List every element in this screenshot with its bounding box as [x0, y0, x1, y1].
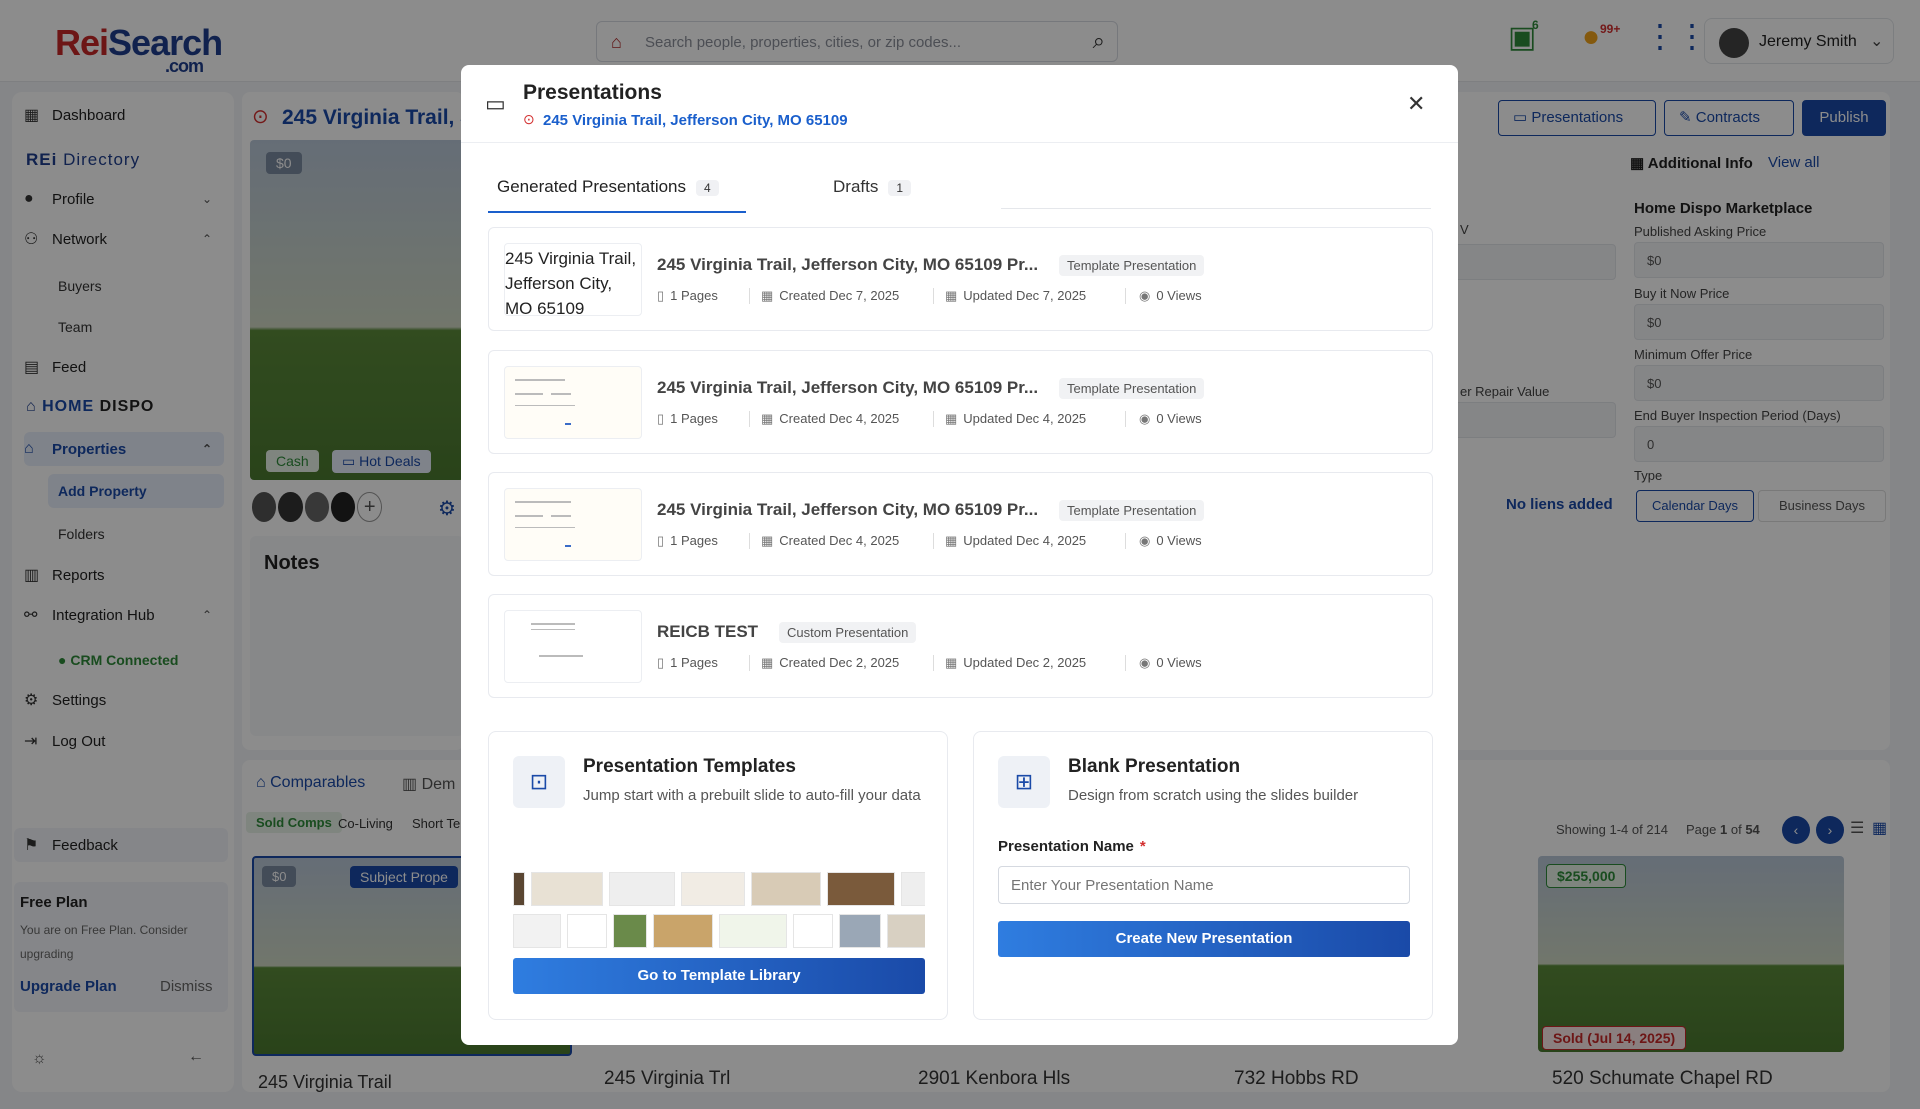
- presentation-template-icon: ⊡: [513, 756, 565, 808]
- modal-title: Presentations: [523, 81, 662, 104]
- presentation-title[interactable]: REICB TEST: [657, 622, 758, 642]
- presentations-modal: ▭ Presentations ⊙ 245 Virginia Trail, Je…: [461, 65, 1458, 1045]
- tab-drafts[interactable]: Drafts 1: [833, 177, 912, 197]
- presentation-type-tag: Template Presentation: [1059, 255, 1205, 276]
- modal-address: 245 Virginia Trail, Jefferson City, MO 6…: [543, 112, 848, 129]
- presentation-templates-panel: ⊡ Presentation Templates Jump start with…: [488, 731, 948, 1020]
- views-count: ◉ 0 Views: [1139, 411, 1202, 426]
- presentation-title[interactable]: 245 Virginia Trail, Jefferson City, MO 6…: [657, 378, 1038, 398]
- presentation-card[interactable]: REICB TEST Custom Presentation ▯ 1 Pages …: [488, 594, 1433, 698]
- pin-icon: ⊙: [523, 111, 535, 127]
- updated-date: ▦ Updated Dec 4, 2025: [945, 411, 1087, 426]
- blank-title: Blank Presentation: [1068, 756, 1241, 777]
- views-count: ◉ 0 Views: [1139, 655, 1202, 670]
- presentation-thumbnail: [504, 610, 642, 683]
- close-icon[interactable]: ✕: [1407, 91, 1425, 117]
- calendar-icon: ▦: [945, 411, 958, 426]
- pages-count: ▯ 1 Pages: [657, 533, 718, 548]
- blank-subtitle: Design from scratch using the slides bui…: [1068, 787, 1359, 804]
- presentation-title[interactable]: 245 Virginia Trail, Jefferson City, MO 6…: [657, 255, 1038, 275]
- presentation-thumbnail: [504, 366, 642, 439]
- created-date: ▦ Created Dec 7, 2025: [761, 288, 900, 303]
- presentation-title[interactable]: 245 Virginia Trail, Jefferson City, MO 6…: [657, 500, 1038, 520]
- blank-presentation-panel: ⊞ Blank Presentation Design from scratch…: [973, 731, 1433, 1020]
- calendar-icon: ▦: [945, 288, 958, 303]
- calendar-icon: ▦: [945, 533, 958, 548]
- presentation-type-tag: Template Presentation: [1059, 378, 1205, 399]
- presentation-thumbnail: [504, 488, 642, 561]
- presentation-name-input[interactable]: [998, 866, 1410, 904]
- active-tab-indicator: [488, 211, 746, 213]
- updated-date: ▦ Updated Dec 4, 2025: [945, 533, 1087, 548]
- document-icon: ▯: [657, 655, 665, 670]
- eye-icon: ◉: [1139, 533, 1151, 548]
- tab-generated-presentations[interactable]: Generated Presentations 4: [497, 177, 719, 197]
- modal-header: ▭ Presentations ⊙ 245 Virginia Trail, Je…: [461, 65, 1458, 143]
- eye-icon: ◉: [1139, 655, 1151, 670]
- presentation-type-tag: Template Presentation: [1059, 500, 1205, 521]
- eye-icon: ◉: [1139, 288, 1151, 303]
- presentation-thumbnail: 245 Virginia Trail, Jefferson City, MO 6…: [504, 243, 642, 316]
- views-count: ◉ 0 Views: [1139, 288, 1202, 303]
- document-icon: ▯: [657, 533, 665, 548]
- updated-date: ▦ Updated Dec 7, 2025: [945, 288, 1087, 303]
- go-to-template-library-button[interactable]: Go to Template Library: [513, 958, 925, 994]
- create-new-presentation-button[interactable]: Create New Presentation: [998, 921, 1410, 957]
- created-date: ▦ Created Dec 4, 2025: [761, 411, 900, 426]
- calendar-icon: ▦: [761, 288, 774, 303]
- presentation-name-label: Presentation Name *: [998, 838, 1146, 855]
- pages-count: ▯ 1 Pages: [657, 655, 718, 670]
- pages-count: ▯ 1 Pages: [657, 411, 718, 426]
- calendar-icon: ▦: [761, 411, 774, 426]
- calendar-icon: ▦: [945, 655, 958, 670]
- presentation-card[interactable]: 245 Virginia Trail, Jefferson City, MO 6…: [488, 227, 1433, 331]
- calendar-icon: ▦: [761, 655, 774, 670]
- pages-count: ▯ 1 Pages: [657, 288, 718, 303]
- document-icon: ▯: [657, 288, 665, 303]
- presentation-icon: ▭: [485, 91, 506, 116]
- created-date: ▦ Created Dec 4, 2025: [761, 533, 900, 548]
- document-icon: ▯: [657, 411, 665, 426]
- presentation-card[interactable]: 245 Virginia Trail, Jefferson City, MO 6…: [488, 350, 1433, 454]
- created-date: ▦ Created Dec 2, 2025: [761, 655, 900, 670]
- views-count: ◉ 0 Views: [1139, 533, 1202, 548]
- template-thumbnails[interactable]: [513, 864, 925, 950]
- eye-icon: ◉: [1139, 411, 1151, 426]
- presentation-add-icon: ⊞: [998, 756, 1050, 808]
- templates-title: Presentation Templates: [583, 756, 796, 777]
- calendar-icon: ▦: [761, 533, 774, 548]
- presentation-card[interactable]: 245 Virginia Trail, Jefferson City, MO 6…: [488, 472, 1433, 576]
- presentation-type-tag: Custom Presentation: [779, 622, 917, 643]
- updated-date: ▦ Updated Dec 2, 2025: [945, 655, 1087, 670]
- templates-subtitle: Jump start with a prebuilt slide to auto…: [583, 787, 921, 804]
